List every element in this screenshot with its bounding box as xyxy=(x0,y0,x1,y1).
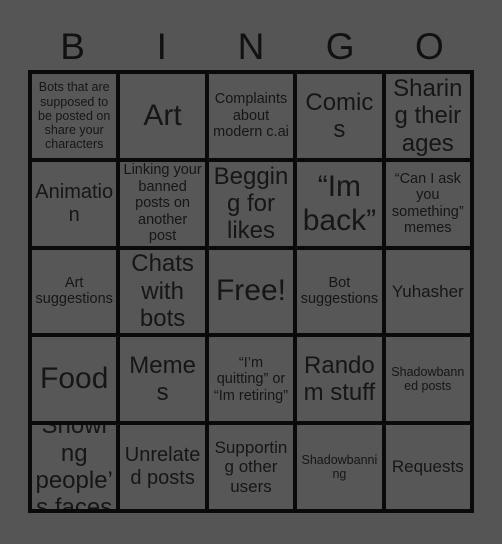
bingo-card: B I N G O Bots that are supposed to be p… xyxy=(0,0,502,544)
bingo-cell-r1-c2[interactable]: Art xyxy=(120,74,205,158)
bingo-cell-r3-c1[interactable]: Art suggestions xyxy=(32,249,117,334)
bingo-cell-r1-c4[interactable]: Comics xyxy=(297,74,382,158)
bingo-cell-r1-c1[interactable]: Bots that are supposed to be posted on s… xyxy=(32,74,117,158)
bingo-cell-r4-c1[interactable]: Food xyxy=(32,337,117,422)
bingo-cell-r2-c1[interactable]: Animation xyxy=(32,161,117,246)
bingo-cell-r3-c5[interactable]: Yuhasher xyxy=(385,249,470,334)
bingo-cell-r1-c5[interactable]: Sharing their ages xyxy=(385,74,470,158)
bingo-cell-r5-c5[interactable]: Requests xyxy=(385,425,470,509)
header-letter-o: O xyxy=(415,25,444,67)
bingo-cell-r4-c3[interactable]: “I’m quitting” or “Im retiring” xyxy=(208,337,294,422)
bingo-cell-r4-c4[interactable]: Random stuff xyxy=(297,337,382,422)
bingo-cell-r5-c4[interactable]: Shadowbanning xyxy=(297,425,382,509)
bingo-cell-r3-c4[interactable]: Bot suggestions xyxy=(297,249,382,334)
bingo-cell-r3-c2[interactable]: Chats with bots xyxy=(120,249,205,334)
bingo-cell-r5-c3[interactable]: Supporting other users xyxy=(208,425,294,509)
bingo-cell-r2-c3[interactable]: Begging for likes xyxy=(208,161,294,246)
bingo-cell-r4-c5[interactable]: Shadowbanned posts xyxy=(385,337,470,422)
bingo-cell-r5-c2[interactable]: Unrelated posts xyxy=(120,425,205,509)
bingo-cell-r3-c3[interactable]: Free! xyxy=(208,249,294,334)
bingo-header: B I N G O xyxy=(28,22,474,70)
bingo-cell-r5-c1[interactable]: Showing people’s faces xyxy=(32,425,117,509)
bingo-cell-r2-c5[interactable]: “Can I ask you something” memes xyxy=(385,161,470,246)
header-letter-i: I xyxy=(156,25,167,67)
bingo-cell-r4-c2[interactable]: Memes xyxy=(120,337,205,422)
bingo-cell-r2-c2[interactable]: Linking your banned posts on another pos… xyxy=(120,161,205,246)
bingo-grid: Bots that are supposed to be posted on s… xyxy=(28,70,474,513)
header-letter-b: B xyxy=(60,25,85,67)
bingo-cell-r2-c4[interactable]: “Im back” xyxy=(297,161,382,246)
header-letter-g: G xyxy=(325,25,355,67)
bingo-cell-r1-c3[interactable]: Complaints about modern c.ai xyxy=(208,74,294,158)
header-letter-n: N xyxy=(237,25,265,67)
